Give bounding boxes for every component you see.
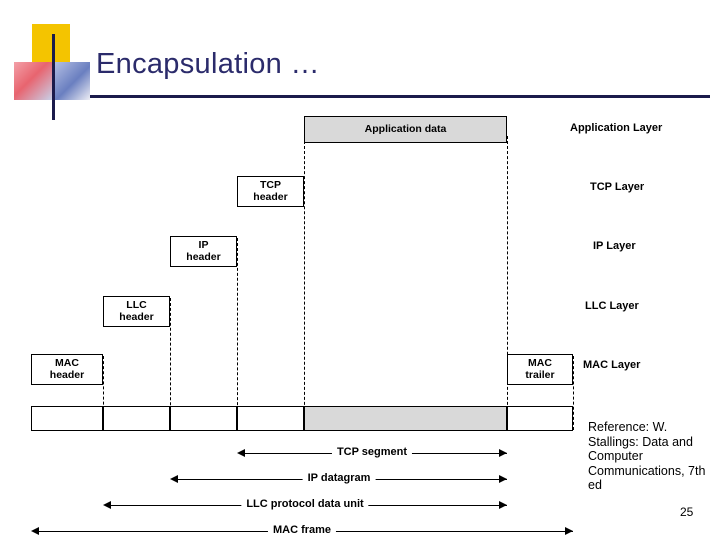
logo-square-pink [14, 62, 52, 100]
span-label-llc-pdu: LLC protocol data unit [241, 498, 369, 510]
frame-cell-mac-header [31, 406, 103, 431]
reference-text: Reference: W. Stallings: Data and Comput… [588, 420, 706, 492]
guide-dash-mac-trailer [573, 356, 574, 430]
box-mac-trailer-label: MAC trailer [525, 357, 555, 381]
box-ip-header-label: IP header [186, 239, 221, 263]
box-application-data: Application data [304, 116, 507, 143]
span-arrow-left-tcp-segment [237, 449, 245, 457]
frame-cell-ip-header [170, 406, 237, 431]
layer-label-ip: IP Layer [593, 240, 636, 252]
span-label-ip-datagram: IP datagram [302, 472, 376, 484]
decorative-logo [14, 24, 90, 120]
frame-cell-application-data [304, 406, 507, 431]
logo-square-yellow [32, 24, 70, 62]
box-tcp-header-label: TCP header [253, 179, 288, 203]
span-arrow-right-ip-datagram [499, 475, 507, 483]
frame-cell-mac-trailer [507, 406, 573, 431]
guide-dash-appdata-end [507, 136, 508, 430]
guide-dash-tcp [304, 136, 305, 430]
span-arrow-right-llc-pdu [499, 501, 507, 509]
box-application-data-label: Application data [364, 122, 447, 135]
box-ip-header: IP header [170, 236, 237, 267]
slide-number: 25 [680, 505, 694, 519]
box-tcp-header: TCP header [237, 176, 304, 207]
layer-label-tcp: TCP Layer [590, 181, 645, 193]
span-arrow-left-llc-pdu [103, 501, 111, 509]
span-arrow-left-mac-frame [31, 527, 39, 535]
page-title: Encapsulation … [96, 48, 320, 80]
title-underline [90, 95, 710, 98]
guide-dash-ip [237, 238, 238, 430]
span-arrow-right-mac-frame [565, 527, 573, 535]
box-llc-header-label: LLC header [119, 299, 154, 323]
box-mac-trailer: MAC trailer [507, 354, 573, 385]
logo-square-blue [52, 62, 90, 100]
span-label-mac-frame: MAC frame [267, 524, 337, 536]
layer-label-mac: MAC Layer [583, 359, 641, 371]
box-mac-header-label: MAC header [49, 357, 85, 381]
span-arrow-right-tcp-segment [499, 449, 507, 457]
span-label-tcp-segment: TCP segment [331, 446, 413, 458]
frame-cell-tcp-header [237, 406, 304, 431]
box-mac-header: MAC header [31, 354, 103, 385]
box-llc-header: LLC header [103, 296, 170, 327]
layer-label-application: Application Layer [570, 122, 663, 134]
frame-cell-llc-header [103, 406, 170, 431]
span-arrow-left-ip-datagram [170, 475, 178, 483]
layer-label-llc: LLC Layer [585, 300, 639, 312]
